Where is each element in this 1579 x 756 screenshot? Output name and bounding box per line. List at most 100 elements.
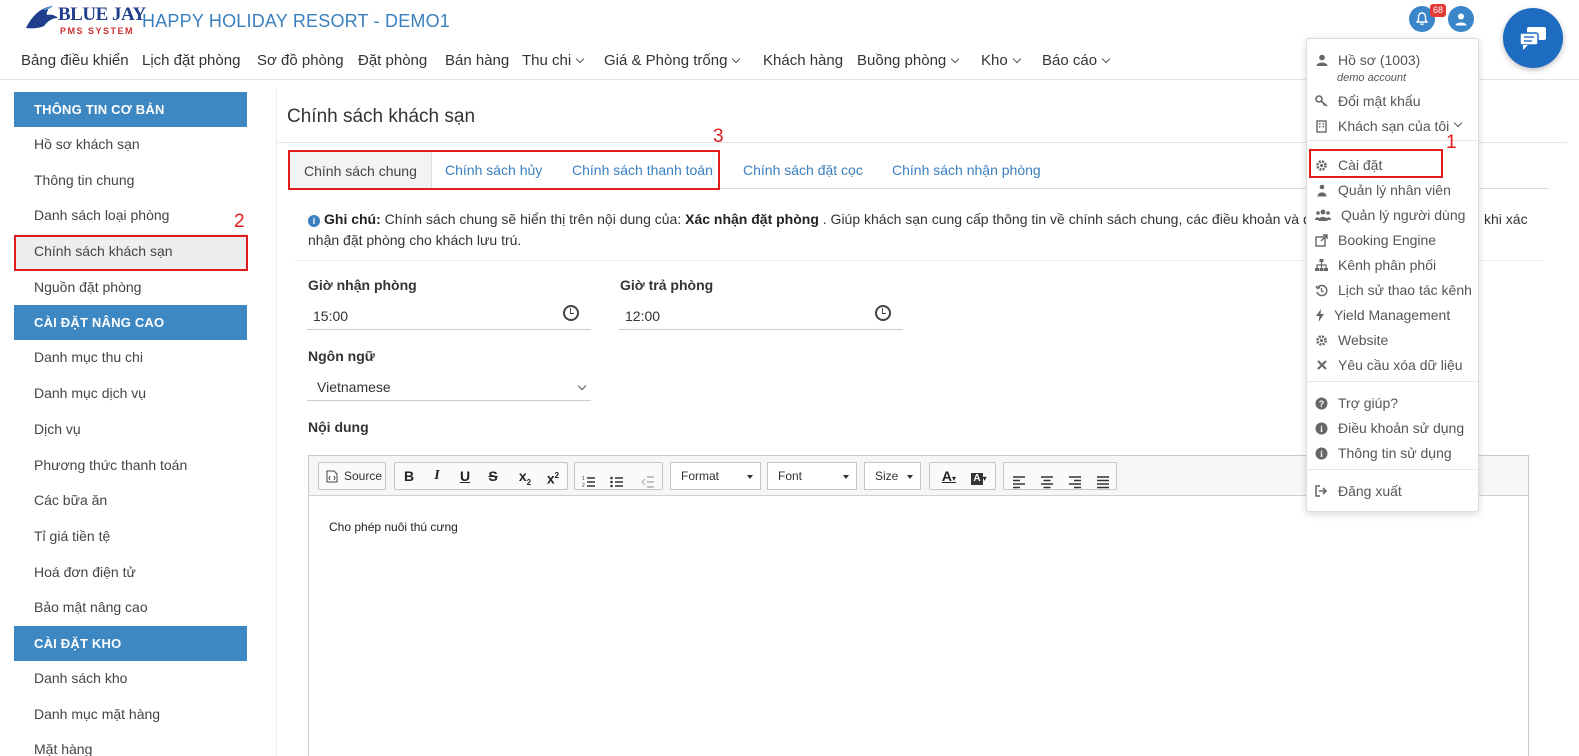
superscript-button[interactable]: x2 xyxy=(539,463,567,489)
menu-item-profile[interactable]: Hồ sơ (1003) xyxy=(1315,52,1420,68)
sidebar-section-basic: THÔNG TIN CƠ BẢN xyxy=(14,92,247,127)
language-select[interactable]: Vietnamese xyxy=(307,371,591,401)
menu-item-change-password[interactable]: Đổi mật khẩu xyxy=(1315,93,1420,109)
user-icon xyxy=(1455,13,1467,26)
sidebar-item-payment-methods[interactable]: Phương thức thanh toán xyxy=(14,448,247,484)
menu-item-my-hotels[interactable]: Khách sạn của tôi xyxy=(1315,118,1463,134)
annotation-box-settings xyxy=(1309,149,1443,178)
language-label: Ngôn ngữ xyxy=(308,348,375,364)
clock-icon[interactable] xyxy=(875,305,891,321)
chevron-down-icon xyxy=(1101,54,1111,64)
brand-logo[interactable]: BLUE JAY PMS SYSTEM xyxy=(22,2,146,40)
menu-item-channel-history[interactable]: Lịch sử thao tác kênh xyxy=(1315,282,1472,298)
outdent-icon[interactable] xyxy=(641,469,655,495)
logo-main-text: BLUE JAY xyxy=(58,4,146,25)
nav-rates-label: Giá & Phòng trống xyxy=(604,52,728,69)
nav-rates-availability[interactable]: Giá & Phòng trống xyxy=(604,52,741,69)
menu-item-usage-info[interactable]: i Thông tin sử dụng xyxy=(1315,445,1452,461)
checkin-time-input[interactable]: 15:00 xyxy=(307,300,591,330)
menu-item-yield[interactable]: Yield Management xyxy=(1315,307,1450,323)
annotation-number-3: 3 xyxy=(713,126,724,147)
hotel-title[interactable]: HAPPY HOLIDAY RESORT - DEMO1 xyxy=(142,11,450,32)
align-justify-icon[interactable] xyxy=(1096,469,1110,495)
nav-housekeeping[interactable]: Buồng phòng xyxy=(857,52,960,69)
account-type-label: demo account xyxy=(1337,72,1407,84)
editor-content[interactable]: Cho phép nuôi thú cưng xyxy=(329,520,458,534)
size-label: Size xyxy=(875,469,899,483)
nav-finance[interactable]: Thu chi xyxy=(522,52,585,69)
source-button[interactable]: Source xyxy=(318,462,386,490)
sidebar-section-stock: CÀI ĐẶT KHO xyxy=(14,625,247,661)
bullet-list-icon[interactable] xyxy=(610,469,624,495)
tab-deposit-policy[interactable]: Chính sách đặt cọc xyxy=(729,151,877,189)
nav-reports-label: Báo cáo xyxy=(1042,52,1098,69)
sidebar-item-meals[interactable]: Các bữa ăn xyxy=(14,483,247,519)
numbered-list-icon[interactable]: 12 xyxy=(582,469,596,495)
sidebar-item-services[interactable]: Dịch vụ xyxy=(14,412,247,448)
bold-button[interactable]: B xyxy=(395,463,423,489)
sidebar-item-warehouses[interactable]: Danh sách kho xyxy=(14,661,247,697)
align-center-icon[interactable] xyxy=(1040,469,1054,495)
nav-booking[interactable]: Đặt phòng xyxy=(358,52,427,69)
sidebar-item-booking-sources[interactable]: Nguồn đặt phòng xyxy=(14,270,247,306)
size-dropdown[interactable]: Size xyxy=(864,462,921,490)
nav-room-map[interactable]: Sơ đồ phòng xyxy=(257,52,344,69)
sidebar-item-room-types[interactable]: Danh sách loại phòng xyxy=(14,198,247,234)
checkout-time-input[interactable]: 12:00 xyxy=(619,300,903,330)
nav-stock[interactable]: Kho xyxy=(981,52,1021,69)
sidebar-item-item-categories[interactable]: Danh mục mặt hàng xyxy=(14,697,247,733)
svg-text:2: 2 xyxy=(582,483,585,489)
text-color-button[interactable]: A▾ xyxy=(936,463,962,489)
user-menu-button[interactable] xyxy=(1448,6,1474,32)
sidebar-item-advanced-security[interactable]: Bảo mật nâng cao xyxy=(14,590,247,626)
menu-item-users[interactable]: Quản lý người dùng xyxy=(1315,207,1465,223)
nav-finance-label: Thu chi xyxy=(522,52,572,69)
strikethrough-button[interactable]: S xyxy=(479,463,507,489)
info-circle-icon: i xyxy=(1315,422,1328,435)
sidebar-item-finance-categories[interactable]: Danh mục thu chi xyxy=(14,340,247,376)
annotation-number-1: 1 xyxy=(1446,132,1457,153)
menu-item-booking-engine[interactable]: Booking Engine xyxy=(1315,232,1436,248)
nav-reports[interactable]: Báo cáo xyxy=(1042,52,1111,69)
sidebar-item-items[interactable]: Mặt hàng xyxy=(14,732,247,756)
nav-sales[interactable]: Bán hàng xyxy=(445,52,509,69)
subscript-button[interactable]: x2 xyxy=(511,463,539,489)
nav-dashboard[interactable]: Bảng điều khiển xyxy=(21,52,129,69)
note-text-2: . Giúp khách sạn cung cấp thông tin về c… xyxy=(818,211,1330,227)
background-color-button[interactable]: A ▾ xyxy=(966,463,992,489)
menu-item-delete-data[interactable]: Yêu cầu xóa dữ liệu xyxy=(1315,357,1463,373)
align-right-icon[interactable] xyxy=(1068,469,1082,495)
menu-item-help[interactable]: ? Trợ giúp? xyxy=(1315,395,1398,411)
tab-checkin-policy[interactable]: Chính sách nhận phòng xyxy=(878,151,1055,189)
sidebar-item-service-categories[interactable]: Danh mục dịch vụ xyxy=(14,376,247,412)
clock-icon[interactable] xyxy=(563,305,579,321)
chevron-down-icon xyxy=(577,381,587,391)
menu-item-logout[interactable]: Đăng xuất xyxy=(1315,483,1402,499)
menu-item-channels[interactable]: Kênh phân phối xyxy=(1315,257,1436,273)
checkin-time-label: Giờ nhận phòng xyxy=(308,277,417,293)
notification-count-badge: 68 xyxy=(1430,4,1447,17)
sidebar-item-e-invoice[interactable]: Hoá đơn điện tử xyxy=(14,555,247,591)
nav-booking-calendar[interactable]: Lịch đặt phòng xyxy=(142,52,240,69)
font-dropdown[interactable]: Font xyxy=(767,462,857,490)
list-group: 12 xyxy=(574,462,663,490)
svg-text:?: ? xyxy=(1319,399,1325,409)
menu-item-yield-label: Yield Management xyxy=(1334,307,1451,323)
align-left-icon[interactable] xyxy=(1012,469,1026,495)
sidebar-item-hotel-profile[interactable]: Hồ sơ khách sạn xyxy=(14,127,247,163)
question-circle-icon: ? xyxy=(1315,397,1328,410)
italic-button[interactable]: I xyxy=(423,463,451,489)
underline-button[interactable]: U xyxy=(451,463,479,489)
bolt-icon xyxy=(1315,308,1324,322)
chevron-down-icon xyxy=(1454,118,1463,128)
format-label: Format xyxy=(681,469,720,483)
users-icon xyxy=(1315,209,1331,222)
sidebar-item-general-info[interactable]: Thông tin chung xyxy=(14,163,247,199)
format-dropdown[interactable]: Format xyxy=(670,462,761,490)
menu-item-website[interactable]: Website xyxy=(1315,332,1388,348)
menu-item-staff[interactable]: Quản lý nhân viên xyxy=(1315,182,1451,198)
nav-customers[interactable]: Khách hàng xyxy=(763,52,843,69)
source-label: Source xyxy=(344,469,383,483)
sidebar-item-exchange-rates[interactable]: Tỉ giá tiền tệ xyxy=(14,519,247,555)
menu-item-terms[interactable]: i Điều khoản sử dụng xyxy=(1315,420,1464,436)
